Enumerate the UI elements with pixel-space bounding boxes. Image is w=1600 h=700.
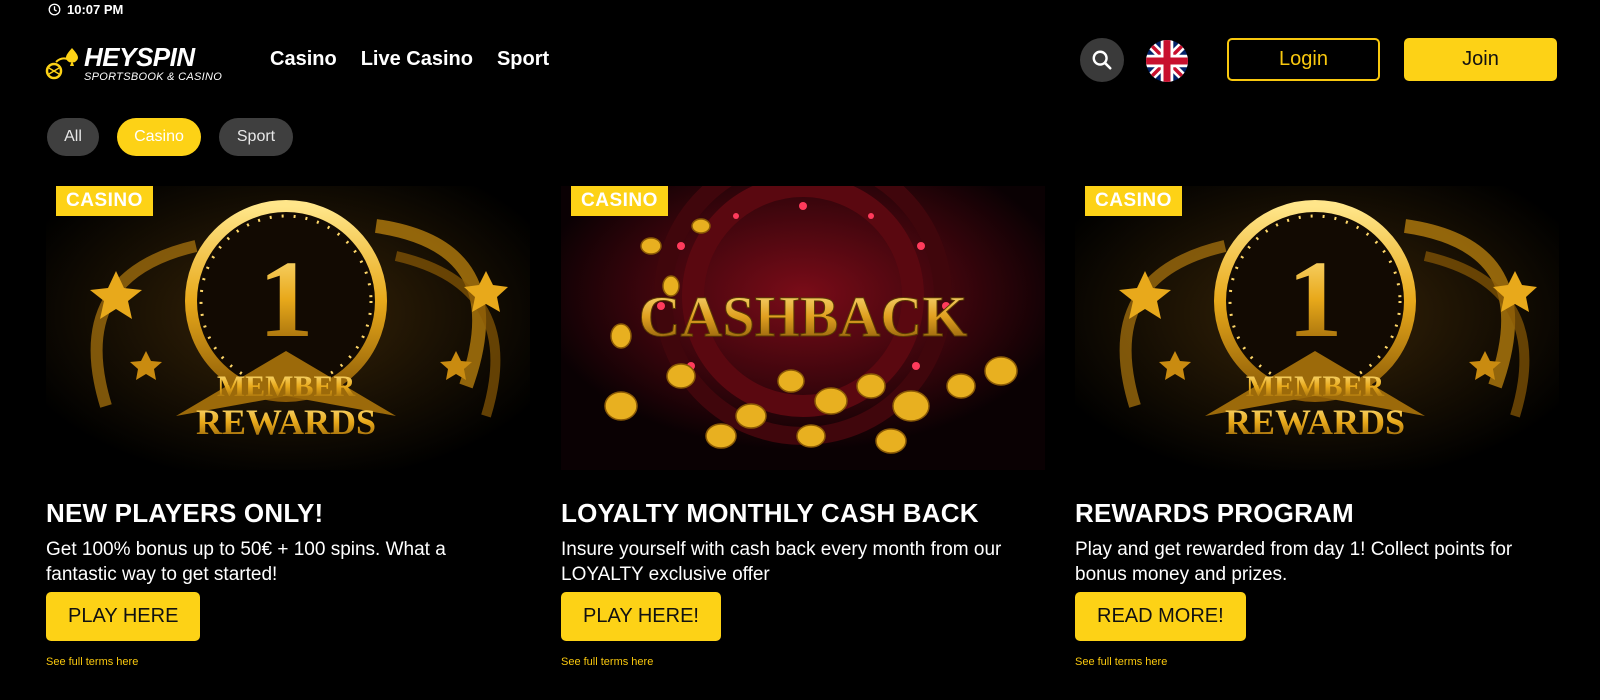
terms-link[interactable]: See full terms here <box>1075 656 1167 668</box>
logo-mark-icon <box>44 46 82 80</box>
promo-title: NEW PLAYERS ONLY! <box>46 498 324 528</box>
search-icon <box>1092 50 1112 70</box>
image-text-member: MEMBER <box>217 370 356 403</box>
promo-description: Play and get rewarded from day 1! Collec… <box>1075 539 1513 585</box>
site-header: HEYSPIN SPORTSBOOK & CASINO Casino Live … <box>0 30 1600 92</box>
category-filters: All Casino Sport <box>47 118 293 156</box>
main-nav: Casino Live Casino Sport <box>270 48 549 71</box>
filter-casino[interactable]: Casino <box>117 118 201 156</box>
status-time: 10:07 PM <box>67 1 124 17</box>
logo-sub-text: SPORTSBOOK & CASINO <box>84 70 223 83</box>
promo-description: Get 100% bonus up to 50€ + 100 spins. Wh… <box>46 539 446 585</box>
clock-icon <box>48 3 61 15</box>
filter-sport[interactable]: Sport <box>219 118 293 156</box>
image-number: 1 <box>259 238 314 360</box>
promo-image-cashback: CASHBACK CASINO <box>561 186 1045 470</box>
promo-card-rewards-program: 1 MEMBER REWARDS CASINO REWARDS PROGRAM … <box>1075 186 1559 668</box>
uk-flag-icon <box>1146 40 1188 82</box>
logo-main-text: HEYSPIN <box>84 41 195 72</box>
search-button[interactable] <box>1080 38 1124 82</box>
read-more-button[interactable]: READ MORE! <box>1075 592 1246 641</box>
status-bar: 10:07 PM <box>48 0 123 18</box>
filter-all[interactable]: All <box>47 118 99 156</box>
nav-live-casino[interactable]: Live Casino <box>361 48 473 71</box>
image-text-cashback: CASHBACK <box>639 284 968 349</box>
language-selector[interactable] <box>1146 40 1188 82</box>
image-text-rewards: REWARDS <box>1225 402 1405 442</box>
nav-casino[interactable]: Casino <box>270 48 337 71</box>
nav-sport[interactable]: Sport <box>497 48 549 71</box>
image-text-member: MEMBER <box>1246 370 1385 403</box>
promo-title: LOYALTY MONTHLY CASH BACK <box>561 498 979 528</box>
terms-link[interactable]: See full terms here <box>561 656 653 668</box>
promo-card-new-players: 1 MEMBER REWARDS CASINO NEW PLAYERS ONLY… <box>46 186 530 668</box>
play-here-button[interactable]: PLAY HERE! <box>561 592 721 641</box>
category-badge: CASINO <box>1085 186 1182 216</box>
promo-card-loyalty-cashback: CASHBACK CASINO LOYALTY MONTHLY CASH BAC… <box>561 186 1045 668</box>
category-badge: CASINO <box>56 186 153 216</box>
promo-image-member-rewards: 1 MEMBER REWARDS CASINO <box>1075 186 1559 470</box>
login-button[interactable]: Login <box>1227 38 1380 81</box>
promo-description: Insure yourself with cash back every mon… <box>561 539 1002 585</box>
promo-title: REWARDS PROGRAM <box>1075 498 1354 528</box>
category-badge: CASINO <box>571 186 668 216</box>
image-text-rewards: REWARDS <box>196 402 376 442</box>
join-button[interactable]: Join <box>1404 38 1557 81</box>
image-number: 1 <box>1288 238 1343 360</box>
play-here-button[interactable]: PLAY HERE <box>46 592 201 641</box>
terms-link[interactable]: See full terms here <box>46 656 138 668</box>
logo[interactable]: HEYSPIN SPORTSBOOK & CASINO <box>44 42 234 84</box>
promo-image-member-rewards: 1 MEMBER REWARDS CASINO <box>46 186 530 470</box>
